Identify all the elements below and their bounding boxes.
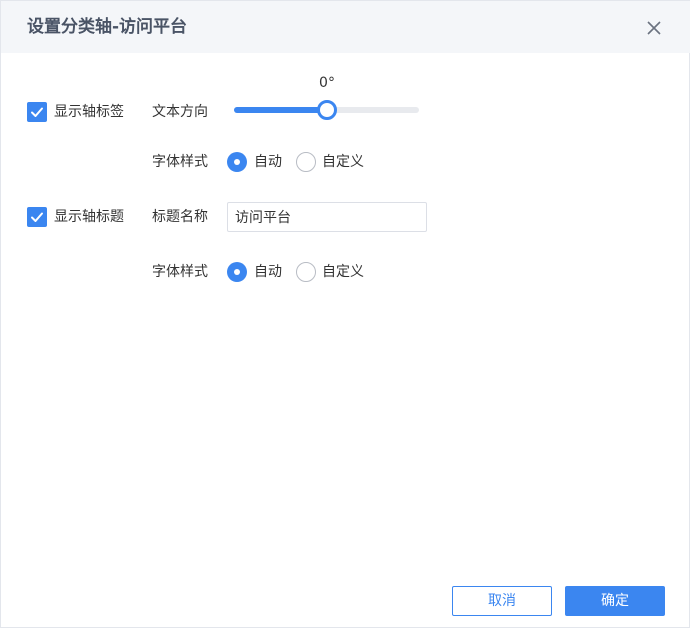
checkmark-icon: [31, 107, 43, 117]
title-font-style-auto-radio[interactable]: [227, 262, 247, 282]
show-axis-title-text[interactable]: 显示轴标题: [54, 208, 124, 226]
label-font-style-label: 字体样式: [152, 154, 208, 170]
show-axis-title-checkbox[interactable]: [27, 207, 47, 227]
dialog-header: 设置分类轴-访问平台: [1, 1, 690, 53]
slider-fill: [234, 107, 327, 113]
slider-handle[interactable]: [317, 100, 337, 120]
text-direction-slider[interactable]: [234, 100, 419, 120]
title-font-style-custom-radio[interactable]: [296, 262, 316, 282]
axis-settings-dialog: 设置分类轴-访问平台 显示轴标签 文本方向 0° 字体样式 自动 自定义 显示轴…: [0, 0, 690, 628]
label-font-style-auto-text[interactable]: 自动: [254, 153, 282, 171]
ok-button[interactable]: 确定: [565, 586, 665, 616]
checkmark-icon: [31, 212, 43, 222]
text-direction-label: 文本方向: [152, 104, 208, 120]
title-font-style-auto-text[interactable]: 自动: [254, 263, 282, 281]
title-name-label: 标题名称: [152, 209, 208, 225]
show-axis-label-checkbox[interactable]: [27, 102, 47, 122]
label-font-style-auto-radio[interactable]: [227, 152, 247, 172]
label-font-style-custom-radio[interactable]: [296, 152, 316, 172]
text-direction-value: 0°: [319, 75, 335, 91]
title-name-input[interactable]: [227, 202, 427, 232]
label-font-style-custom-text[interactable]: 自定义: [322, 153, 364, 171]
show-axis-label-text[interactable]: 显示轴标签: [54, 103, 124, 121]
title-font-style-label: 字体样式: [152, 264, 208, 280]
dialog-title: 设置分类轴-访问平台: [27, 17, 188, 37]
close-icon[interactable]: [645, 19, 663, 37]
title-font-style-custom-text[interactable]: 自定义: [322, 263, 364, 281]
cancel-button[interactable]: 取消: [452, 586, 552, 616]
